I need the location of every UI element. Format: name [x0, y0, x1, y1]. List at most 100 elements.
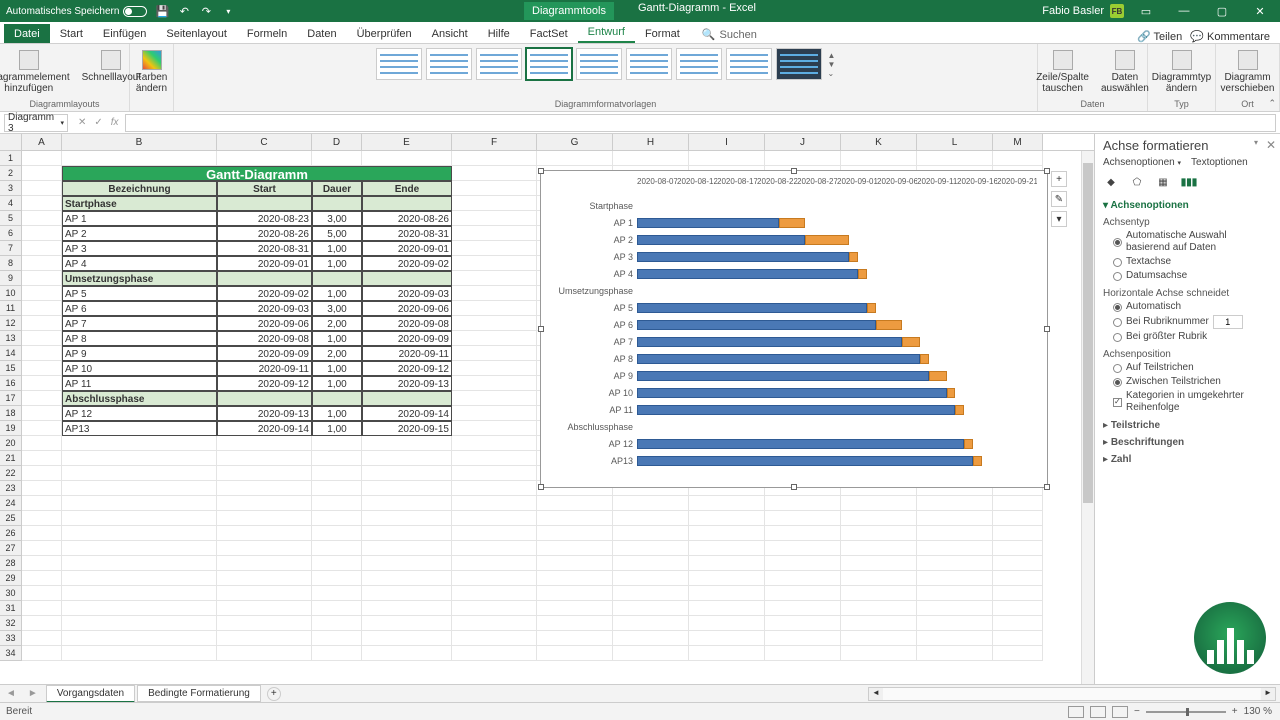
cell[interactable]: [917, 571, 993, 586]
chart-x-axis[interactable]: 2020-08-072020-08-122020-08-172020-08-22…: [547, 177, 1041, 186]
cell[interactable]: [312, 481, 362, 496]
view-pagebreak-icon[interactable]: [1112, 706, 1128, 718]
cell[interactable]: AP 7: [62, 316, 217, 331]
qat-more-icon[interactable]: ▾: [221, 4, 235, 18]
cell[interactable]: [452, 211, 537, 226]
row-header[interactable]: 11: [0, 301, 22, 316]
cell[interactable]: 2020-09-11: [362, 346, 452, 361]
vertical-scrollbar[interactable]: [1081, 151, 1094, 684]
cell[interactable]: [841, 616, 917, 631]
cell[interactable]: [22, 346, 62, 361]
cell[interactable]: [765, 526, 841, 541]
sheet-nav-prev-icon[interactable]: ◄: [0, 688, 22, 699]
chart-filter-icon[interactable]: ▾: [1051, 211, 1067, 227]
sheet-nav-next-icon[interactable]: ►: [22, 688, 44, 699]
cell[interactable]: AP 6: [62, 301, 217, 316]
cell[interactable]: [217, 436, 312, 451]
cell[interactable]: [62, 451, 217, 466]
resize-handle[interactable]: [538, 326, 544, 332]
cell[interactable]: 2020-09-14: [362, 406, 452, 421]
resize-handle[interactable]: [1044, 326, 1050, 332]
row-header[interactable]: 22: [0, 466, 22, 481]
tab-view[interactable]: Ansicht: [422, 24, 478, 43]
cell[interactable]: 2020-09-03: [217, 301, 312, 316]
name-box[interactable]: Diagramm 3▾: [4, 114, 68, 132]
cell[interactable]: [362, 586, 452, 601]
cell[interactable]: [452, 181, 537, 196]
cell[interactable]: 1,00: [312, 361, 362, 376]
cell[interactable]: 3,00: [312, 211, 362, 226]
cell[interactable]: [62, 526, 217, 541]
cell[interactable]: 2020-09-12: [217, 376, 312, 391]
cell[interactable]: 2020-09-08: [217, 331, 312, 346]
cell[interactable]: [452, 391, 537, 406]
cell[interactable]: 2020-09-02: [362, 256, 452, 271]
section-labels[interactable]: ▸ Beschriftungen: [1103, 437, 1272, 448]
cell[interactable]: [841, 541, 917, 556]
cell[interactable]: [452, 481, 537, 496]
cell[interactable]: [841, 151, 917, 166]
cell[interactable]: 2020-09-14: [217, 421, 312, 436]
cell[interactable]: [312, 391, 362, 406]
cell[interactable]: [537, 646, 613, 661]
tab-formulas[interactable]: Formeln: [237, 24, 297, 43]
cell[interactable]: [312, 196, 362, 211]
cell[interactable]: 2020-09-15: [362, 421, 452, 436]
minimize-icon[interactable]: —: [1168, 0, 1200, 22]
cell[interactable]: 2020-09-13: [217, 406, 312, 421]
cell[interactable]: [765, 601, 841, 616]
cell[interactable]: [312, 496, 362, 511]
cell[interactable]: [452, 421, 537, 436]
cell[interactable]: [452, 646, 537, 661]
cell[interactable]: [22, 496, 62, 511]
opt-date-axis[interactable]: Datumsachse: [1113, 270, 1272, 282]
cell[interactable]: [537, 151, 613, 166]
cell[interactable]: Start: [217, 181, 312, 196]
cell[interactable]: [452, 451, 537, 466]
cell[interactable]: AP 3: [62, 241, 217, 256]
tab-review[interactable]: Überprüfen: [347, 24, 422, 43]
cell[interactable]: 1,00: [312, 406, 362, 421]
cell[interactable]: [362, 616, 452, 631]
tell-me-search[interactable]: 🔍 Suchen: [702, 28, 757, 43]
cell[interactable]: [613, 511, 689, 526]
fill-line-icon[interactable]: ◆: [1103, 174, 1119, 190]
cell[interactable]: 2,00: [312, 316, 362, 331]
cell[interactable]: [765, 541, 841, 556]
cell[interactable]: [62, 616, 217, 631]
cell[interactable]: [62, 541, 217, 556]
cell[interactable]: [312, 601, 362, 616]
opt-between-ticks[interactable]: Zwischen Teilstrichen: [1113, 376, 1272, 388]
gallery-more-icon[interactable]: ⌄: [828, 69, 836, 78]
cell[interactable]: [362, 511, 452, 526]
cell[interactable]: [217, 511, 312, 526]
cell[interactable]: 2020-09-01: [362, 241, 452, 256]
cell[interactable]: [452, 586, 537, 601]
cell[interactable]: [62, 466, 217, 481]
gallery-down-icon[interactable]: ▼: [828, 60, 836, 69]
add-sheet-button[interactable]: +: [267, 687, 281, 701]
cell[interactable]: [452, 286, 537, 301]
cell[interactable]: [362, 496, 452, 511]
cell[interactable]: [917, 556, 993, 571]
cell[interactable]: [452, 571, 537, 586]
cell[interactable]: [452, 556, 537, 571]
cell[interactable]: [613, 616, 689, 631]
cell[interactable]: [217, 481, 312, 496]
resize-handle[interactable]: [538, 484, 544, 490]
cell[interactable]: 2020-08-26: [217, 226, 312, 241]
chart-plot-area[interactable]: StartphaseAP 1AP 2AP 3AP 4Umsetzungsphas…: [553, 197, 1035, 477]
cell[interactable]: [217, 541, 312, 556]
cell[interactable]: [993, 556, 1043, 571]
gallery-up-icon[interactable]: ▲: [828, 51, 836, 60]
cell[interactable]: [217, 556, 312, 571]
cell[interactable]: [613, 556, 689, 571]
cell[interactable]: 2020-09-12: [362, 361, 452, 376]
opt-on-ticks[interactable]: Auf Teilstrichen: [1113, 362, 1272, 374]
cell[interactable]: [537, 571, 613, 586]
cell[interactable]: [452, 346, 537, 361]
cell[interactable]: [993, 646, 1043, 661]
effects-icon[interactable]: ⬠: [1129, 174, 1145, 190]
cell[interactable]: 2020-09-01: [217, 256, 312, 271]
cell[interactable]: [917, 541, 993, 556]
